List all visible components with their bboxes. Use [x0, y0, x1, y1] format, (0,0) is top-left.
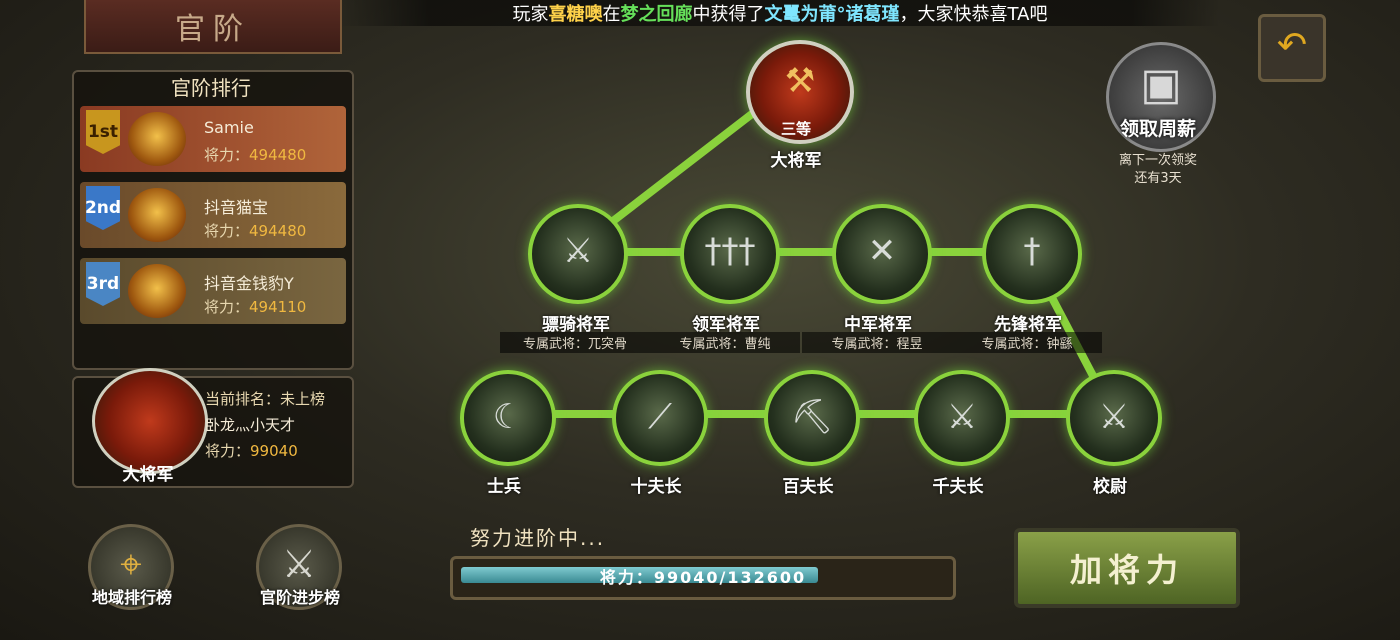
glaive-icon: ⚔: [1098, 397, 1130, 437]
rank-node-central-general[interactable]: ✕: [832, 204, 932, 304]
crossed-swords-icon: ✕: [867, 231, 897, 271]
weekly-salary-label: 领取周薪: [1119, 118, 1196, 140]
power-progress-bar: 将力：99040/132600: [450, 556, 956, 600]
sword-icon: †: [1023, 231, 1041, 271]
rank-node-cavalry-general[interactable]: ⚔: [528, 204, 628, 304]
rank-node-chiliarch[interactable]: ⚔: [914, 370, 1010, 466]
rank-node-colonel[interactable]: ⚔: [1066, 370, 1162, 466]
back-button[interactable]: ↶: [1258, 14, 1326, 82]
spear-icon: ⟋: [648, 397, 672, 437]
colonel-label: 校尉: [1093, 477, 1127, 497]
weekly-note-line-1: 离下一次领奖: [1118, 153, 1197, 168]
power-progress-text: 将力：99040/132600: [599, 568, 807, 587]
back-arrow-icon: ↶: [1276, 25, 1308, 66]
rank-node-vanguard-general[interactable]: †: [982, 204, 1082, 304]
treasure-chest-icon: ▣: [1140, 59, 1182, 110]
rank-node-centurion[interactable]: ⛏: [764, 370, 860, 466]
pickaxe-icon: ⛏: [790, 397, 834, 437]
command-general-hero: 专属武将：曹纯: [650, 332, 800, 353]
progress-status: 努力进阶中...: [470, 526, 606, 550]
triple-swords-icon: †††: [704, 231, 756, 271]
soldier-label: 士兵: [487, 477, 521, 497]
centurion-label: 百夫长: [782, 477, 834, 497]
add-power-button[interactable]: 加将力: [1014, 528, 1240, 608]
sickle-icon: ☾: [492, 397, 524, 437]
chiliarch-label: 千夫长: [932, 477, 984, 497]
vanguard-general-hero: 专属武将：钟繇: [952, 332, 1102, 353]
weekly-note-line-2: 还有3天: [1134, 171, 1182, 186]
crossed-swords-icon: ⚔: [562, 231, 594, 271]
rank-node-soldier[interactable]: ☾: [460, 370, 556, 466]
weekly-salary-note: 离下一次领奖 还有3天: [1090, 152, 1226, 188]
grand-general-label: 大将军: [770, 151, 822, 171]
blade-icon: ⚔: [946, 397, 978, 437]
squad-leader-label: 十夫长: [630, 477, 682, 497]
crossed-axes-icon: ⚒: [784, 61, 816, 101]
rank-node-command-general[interactable]: †††: [680, 204, 780, 304]
grand-general-badge: 三等: [780, 120, 811, 138]
cavalry-general-hero: 专属武将：兀突骨: [500, 332, 650, 353]
central-general-hero: 专属武将：程昱: [802, 332, 952, 353]
rank-node-squad-leader[interactable]: ⟋: [612, 370, 708, 466]
